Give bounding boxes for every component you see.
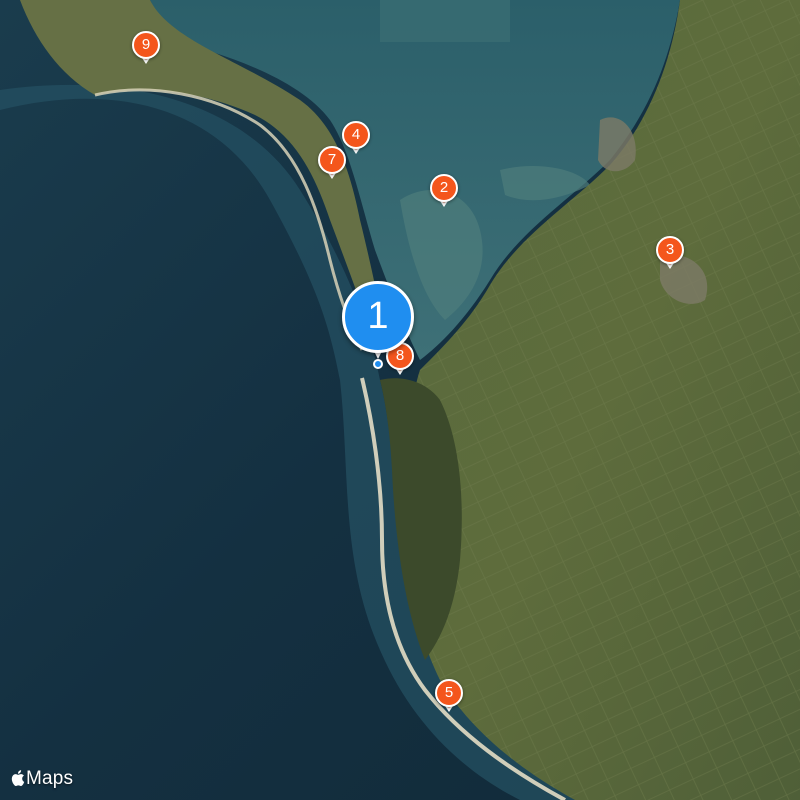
map-pin-4[interactable]: 4 xyxy=(342,121,370,157)
map-pin-5[interactable]: 5 xyxy=(435,679,463,715)
pin-label: 9 xyxy=(132,31,160,59)
map-pin-3[interactable]: 3 xyxy=(656,236,684,272)
pin-label: 3 xyxy=(656,236,684,264)
pin-label: 4 xyxy=(342,121,370,149)
satellite-map[interactable]: 9 4 7 2 3 8 5 1 Maps xyxy=(0,0,800,800)
apple-logo-icon xyxy=(11,770,25,786)
maps-attribution[interactable]: Maps xyxy=(10,768,73,790)
map-pin-2[interactable]: 2 xyxy=(430,174,458,210)
offshore-island xyxy=(380,0,510,42)
selected-pin-label: 1 xyxy=(342,281,414,353)
attribution-text: Maps xyxy=(26,768,74,789)
pin-label: 2 xyxy=(430,174,458,202)
pin-label: 5 xyxy=(435,679,463,707)
map-pin-9[interactable]: 9 xyxy=(132,31,160,67)
location-dot xyxy=(373,359,383,369)
map-pin-7[interactable]: 7 xyxy=(318,146,346,182)
pin-label: 7 xyxy=(318,146,346,174)
map-terrain xyxy=(0,0,800,800)
